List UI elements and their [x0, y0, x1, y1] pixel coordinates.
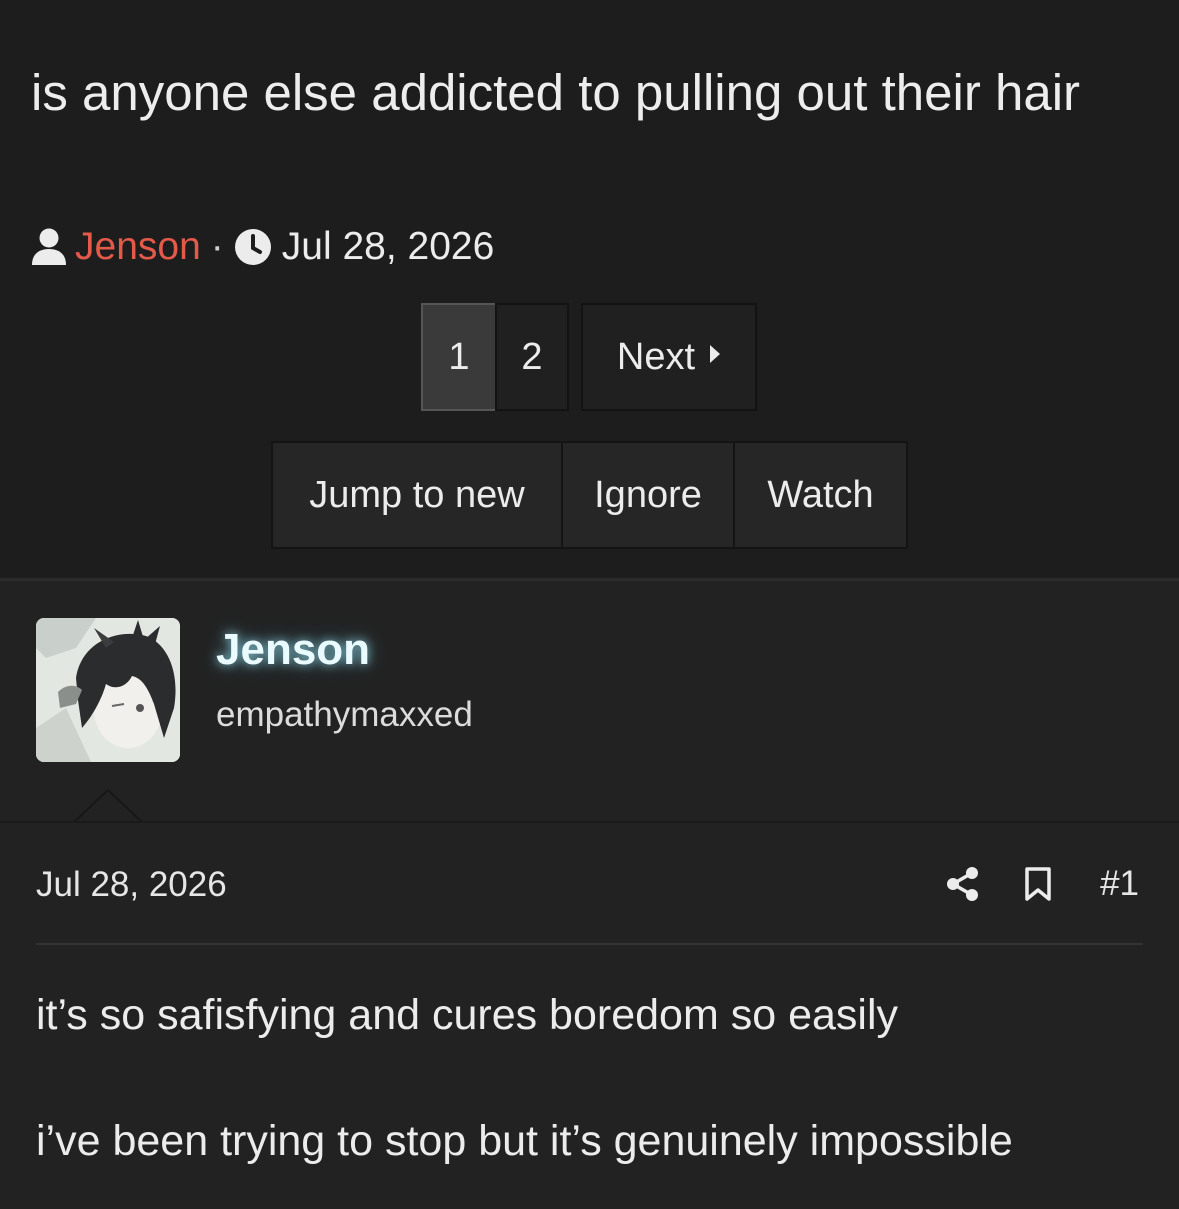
- page-2-button[interactable]: 2: [495, 303, 569, 411]
- post-date[interactable]: Jul 28, 2026: [36, 865, 227, 905]
- user-icon: [31, 227, 67, 267]
- post-tools: #1: [946, 861, 1139, 907]
- post-body-rule: [36, 943, 1143, 945]
- thread-meta: Jenson · Jul 28, 2026: [31, 222, 494, 272]
- post-username[interactable]: Jenson: [216, 625, 370, 675]
- user-title: empathymaxxed: [216, 695, 473, 734]
- watch-button[interactable]: Watch: [733, 441, 908, 549]
- clock-icon: [234, 228, 272, 266]
- caret-right-icon: [709, 344, 721, 370]
- share-icon[interactable]: [946, 866, 980, 902]
- bookmark-icon[interactable]: [1024, 866, 1052, 902]
- post-number-link[interactable]: #1: [1100, 864, 1139, 904]
- thread-header: is anyone else addicted to pulling out t…: [0, 0, 1179, 578]
- post-body: Jul 28, 2026 #1 it’s so safisfying and c…: [0, 823, 1179, 1209]
- post-text-line: i’ve been trying to stop but it’s genuin…: [36, 1117, 1013, 1165]
- pagination: 1 2 Next: [421, 303, 757, 411]
- next-label: Next: [616, 335, 696, 378]
- thread-actions: Jump to new Ignore Watch: [271, 441, 908, 549]
- page-1-button[interactable]: 1: [421, 303, 497, 411]
- post-user-block: Jenson empathymaxxed: [0, 581, 1179, 821]
- next-page-button[interactable]: Next: [581, 303, 757, 411]
- thread-author-link[interactable]: Jenson: [75, 225, 201, 269]
- meta-separator: ·: [210, 225, 224, 268]
- ignore-button[interactable]: Ignore: [561, 441, 735, 549]
- thread-title: is anyone else addicted to pulling out t…: [31, 64, 1081, 121]
- thread-date[interactable]: Jul 28, 2026: [282, 225, 495, 269]
- avatar[interactable]: [36, 618, 180, 762]
- post-text-line: it’s so safisfying and cures boredom so …: [36, 991, 899, 1039]
- jump-to-new-button[interactable]: Jump to new: [271, 441, 563, 549]
